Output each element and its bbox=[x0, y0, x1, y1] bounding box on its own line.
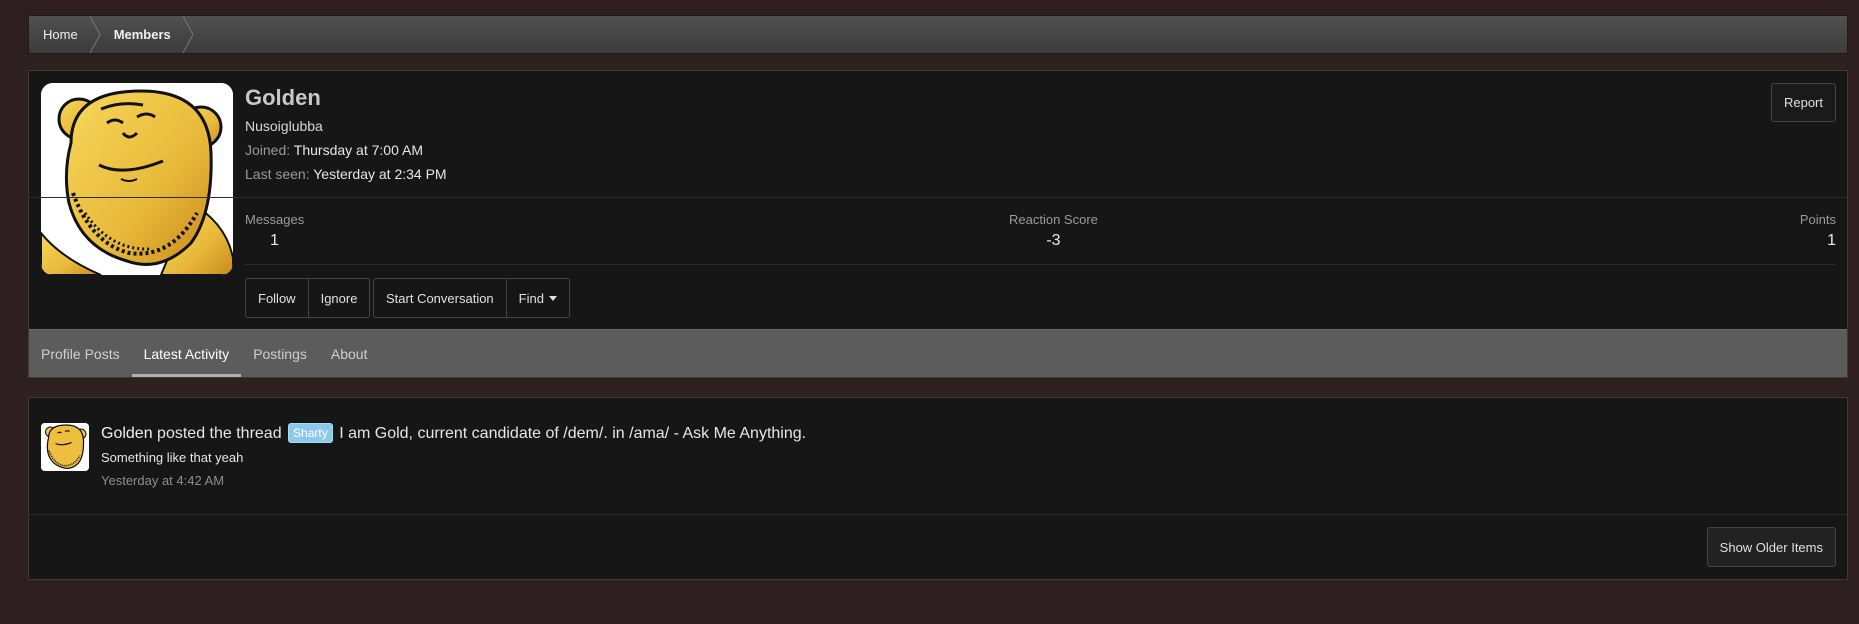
profile-tabs: Profile Posts Latest Activity Postings A… bbox=[29, 329, 1847, 377]
breadcrumb-separator-icon bbox=[182, 16, 194, 53]
golden-face-avatar-icon bbox=[41, 423, 89, 471]
divider bbox=[29, 197, 1847, 198]
member-profile-header: Golden Nusoiglubba Joined: Thursday at 7… bbox=[28, 70, 1848, 378]
find-label: Find bbox=[518, 290, 544, 306]
activity-snippet: Something like that yeah bbox=[101, 450, 244, 465]
follow-button[interactable]: Follow bbox=[246, 279, 308, 317]
activity-avatar[interactable] bbox=[41, 423, 89, 471]
stat-reaction-score-label: Reaction Score bbox=[1009, 212, 1098, 227]
golden-face-avatar-icon bbox=[41, 83, 233, 275]
tab-about[interactable]: About bbox=[319, 330, 380, 377]
divider bbox=[29, 514, 1847, 515]
last-seen-label: Last seen: bbox=[245, 166, 310, 182]
thread-prefix-badge[interactable]: Sharty bbox=[288, 423, 333, 443]
last-seen-value: Yesterday at 2:34 PM bbox=[313, 166, 447, 182]
forum-link[interactable]: /ama/ - Ask Me Anything. bbox=[629, 425, 806, 442]
stat-reaction-score[interactable]: Reaction Score -3 bbox=[1009, 212, 1098, 250]
report-button[interactable]: Report bbox=[1770, 83, 1836, 122]
breadcrumb-members-label: Members bbox=[113, 27, 171, 42]
breadcrumb-home[interactable]: Home bbox=[29, 16, 101, 53]
stat-messages-value: 1 bbox=[270, 232, 279, 249]
stat-points[interactable]: Points 1 bbox=[1800, 212, 1836, 250]
show-older-items-button[interactable]: Show Older Items bbox=[1706, 527, 1836, 567]
member-joined: Joined: Thursday at 7:00 AM bbox=[245, 142, 423, 158]
breadcrumb: Home Members bbox=[28, 15, 1848, 54]
start-conversation-button[interactable]: Start Conversation bbox=[374, 279, 506, 317]
activity-in-text: in bbox=[612, 425, 625, 442]
follow-ignore-group: Follow Ignore bbox=[245, 278, 371, 318]
tab-profile-posts[interactable]: Profile Posts bbox=[29, 330, 132, 377]
ignore-button[interactable]: Ignore bbox=[307, 279, 370, 317]
thread-title-link[interactable]: I am Gold, current candidate of /dem/. bbox=[339, 425, 608, 442]
joined-label: Joined: bbox=[245, 142, 291, 158]
divider bbox=[245, 264, 1836, 265]
tab-latest-activity[interactable]: Latest Activity bbox=[131, 330, 242, 377]
stat-messages[interactable]: Messages 1 bbox=[245, 212, 304, 250]
conversation-find-group: Start Conversation Find bbox=[373, 278, 570, 318]
member-name: Golden bbox=[245, 85, 321, 110]
stat-reaction-score-value: -3 bbox=[1046, 232, 1061, 249]
stat-points-label: Points bbox=[1799, 212, 1836, 227]
activity-action-text: posted the thread bbox=[157, 425, 282, 442]
member-last-seen: Last seen: Yesterday at 2:34 PM bbox=[245, 166, 447, 182]
tab-postings[interactable]: Postings bbox=[241, 330, 319, 377]
member-user-title: Nusoiglubba bbox=[245, 118, 323, 134]
breadcrumb-home-label: Home bbox=[43, 27, 78, 42]
stat-messages-label: Messages bbox=[245, 212, 305, 227]
caret-down-icon bbox=[548, 295, 557, 301]
latest-activity-panel: Golden posted the thread Sharty I am Gol… bbox=[28, 397, 1848, 580]
stat-points-value: 1 bbox=[1827, 232, 1836, 249]
find-menu-button[interactable]: Find bbox=[505, 279, 569, 317]
member-avatar[interactable] bbox=[41, 83, 233, 275]
joined-value: Thursday at 7:00 AM bbox=[293, 142, 423, 158]
breadcrumb-members[interactable]: Members bbox=[92, 16, 194, 53]
activity-username-link[interactable]: Golden bbox=[101, 425, 153, 442]
activity-headline: Golden posted the thread Sharty I am Gol… bbox=[101, 423, 806, 443]
activity-timestamp[interactable]: Yesterday at 4:42 AM bbox=[101, 473, 224, 488]
